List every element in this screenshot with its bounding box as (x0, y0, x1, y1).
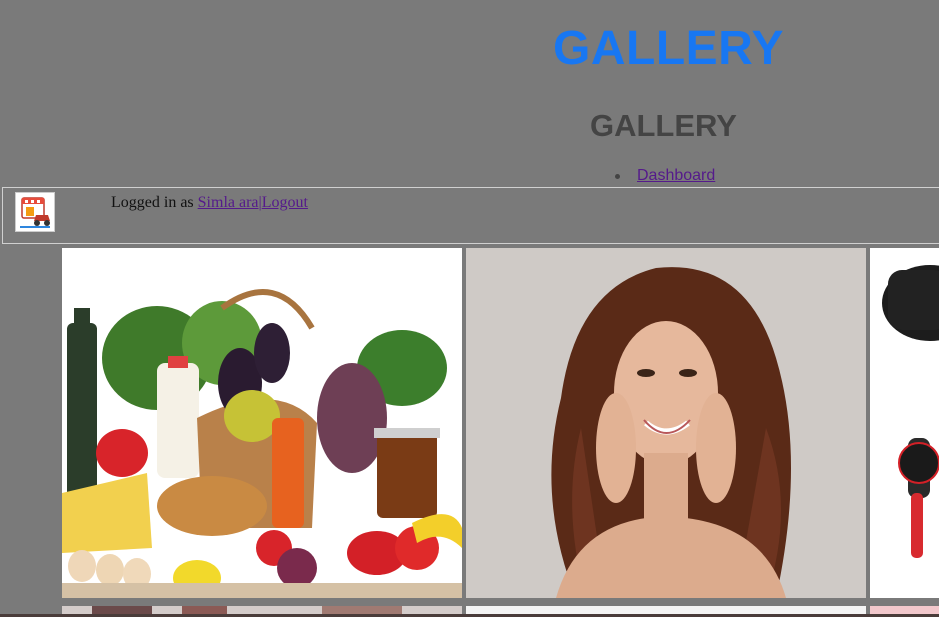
nav-item-dashboard: Dashboard (615, 166, 715, 186)
logged-in-label: Logged in as (111, 194, 198, 211)
curly-hair-woman-photo[interactable] (466, 248, 866, 598)
shop-delivery-logo-icon[interactable] (15, 192, 55, 232)
dashboard-link[interactable]: Dashboard (637, 167, 715, 184)
nav-menu: Dashboard (615, 166, 715, 186)
page-title: GALLERY (553, 22, 785, 75)
groceries-photo[interactable] (62, 248, 462, 598)
page-subtitle: GALLERY (590, 108, 737, 143)
user-bar: Logged in as Simla ara|Logout (2, 187, 939, 244)
logout-link[interactable]: Logout (262, 194, 308, 211)
login-status: Logged in as Simla ara|Logout (111, 193, 308, 213)
bullet-icon (615, 174, 620, 179)
hair-dryer-brush-photo[interactable] (870, 248, 939, 598)
username-link[interactable]: Simla ara (198, 194, 259, 211)
